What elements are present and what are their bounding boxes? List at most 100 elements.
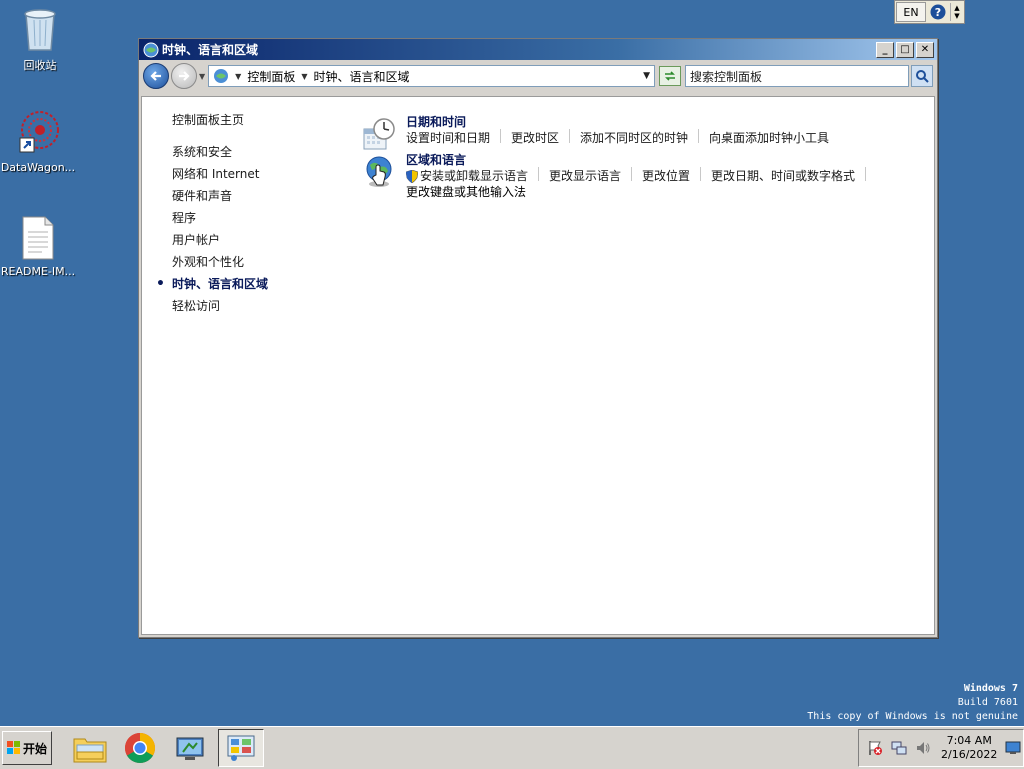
nav-item-ease-of-access[interactable]: 轻松访问 [172,295,342,317]
show-desktop-icon[interactable] [1005,741,1021,755]
watermark-os: Windows 7 [963,683,1018,694]
svg-text:?: ? [935,6,941,19]
refresh-icon [665,71,675,81]
system-tray: 7:04 AM 2/16/2022 [858,729,1024,767]
nav-item-network[interactable]: 网络和 Internet [172,163,342,185]
link-change-formats[interactable]: 更改日期、时间或数字格式 [711,167,855,184]
breadcrumb-arrow-icon[interactable]: ▼ [301,72,307,81]
nav-item-label: 时钟、语言和区域 [172,277,269,291]
start-label: 开始 [22,741,47,756]
windows-flag-icon [6,741,20,754]
maximize-button[interactable]: □ [896,41,914,58]
globe-clock-icon [143,42,159,57]
nav-item-hardware-sound[interactable]: 硬件和声音 [172,185,342,207]
desktop-icon-recycle-bin[interactable]: 回收站 [2,6,78,73]
content-pane: 控制面板主页 系统和安全 网络和 Internet 硬件和声音 程序 用户帐户 … [141,96,935,635]
desktop-icon-readme[interactable]: README-IM... [0,216,76,278]
help-icon: ? [930,4,946,20]
language-indicator[interactable]: EN [896,2,926,22]
link-divider [700,167,702,181]
taskbar-chrome-button[interactable] [118,730,162,766]
desktop-icon-label: 回收站 [23,59,57,72]
taskbar-remote-desktop-button[interactable] [168,730,212,766]
breadcrumb-item[interactable]: 控制面板 [247,68,295,85]
action-center-flag-icon[interactable] [867,740,883,756]
clock[interactable]: 7:04 AM 2/16/2022 [941,734,997,762]
globe-icon [366,156,392,187]
nav-item-system-security[interactable]: 系统和安全 [172,141,342,163]
window-title: 时钟、语言和区域 [162,43,259,57]
link-change-timezone[interactable]: 更改时区 [511,129,559,146]
link-divider [569,129,571,143]
search-input[interactable]: 搜索控制面板 [685,65,909,87]
chevron-down-icon: ▼ [954,12,960,20]
minimize-button[interactable]: _ [876,41,894,58]
link-install-display-language[interactable]: 安装或卸载显示语言 [406,167,528,184]
address-row: ▼ ▼ 控制面板 ▼ 时钟、语言和区域 ▼ 搜索控制面板 [139,60,937,92]
taskbar-control-panel-button[interactable] [218,729,264,767]
windows-watermark: Windows 7 Build 7601 This copy of Window… [807,682,1018,724]
explorer-icon [73,738,107,763]
link-divider [538,167,540,181]
start-button[interactable]: 开始 [2,731,52,765]
nav-item-programs[interactable]: 程序 [172,207,342,229]
current-bullet-icon: • [156,276,165,292]
control-panel-icon [227,735,255,761]
recent-pages-dropdown[interactable]: ▼ [199,72,205,81]
chrome-icon [124,733,156,764]
remote-desktop-icon [176,737,204,760]
text-file-icon [22,216,54,260]
clock-date: 2/16/2022 [941,748,998,761]
address-bar[interactable]: ▼ 控制面板 ▼ 时钟、语言和区域 ▼ [208,65,655,87]
desktop-icon-label: README-IM... [0,265,76,278]
control-panel-icon [214,69,229,83]
control-panel-window: 时钟、语言和区域 _ □ ✕ ▼ ▼ 控制面板 ▼ 时钟、语言和区域 ▼ 搜索控… [138,38,938,638]
link-add-clock-gadget[interactable]: 向桌面添加时钟小工具 [709,129,829,146]
desktop-icon-datawagon[interactable]: DataWagon... [0,110,76,174]
link-set-time-date[interactable]: 设置时间和日期 [406,129,490,146]
refresh-button[interactable] [659,66,681,86]
help-button[interactable]: ? [928,3,948,21]
taskbar-explorer-button[interactable] [68,730,112,766]
taskbar: 开始 7:04 AM 2/16/2022 [0,726,1024,769]
address-dropdown-icon[interactable]: ▼ [643,71,650,81]
uac-shield-icon [406,170,418,183]
link-change-display-language[interactable]: 更改显示语言 [549,167,621,184]
category-title-date-time[interactable]: 日期和时间 [406,113,466,130]
volume-icon[interactable] [915,740,931,756]
datawagon-shortcut-icon [19,111,59,153]
maximize-icon: □ [900,43,910,55]
link-change-keyboards[interactable]: 更改键盘或其他输入法 [406,183,526,200]
recycle-bin-icon [24,9,56,51]
chevron-up-icon: ▲ [954,4,960,12]
langbar-options-button[interactable]: ▲ ▼ [950,3,963,21]
network-icon[interactable] [891,740,907,756]
link-label: 安装或卸载显示语言 [420,169,529,183]
link-add-clocks[interactable]: 添加不同时区的时钟 [580,129,688,146]
forward-button[interactable] [171,63,197,89]
language-bar: EN ? ▲ ▼ [894,0,965,24]
breadcrumb-item[interactable]: 时钟、语言和区域 [313,68,409,85]
watermark-build: Build 7601 [957,697,1018,708]
left-nav: 控制面板主页 系统和安全 网络和 Internet 硬件和声音 程序 用户帐户 … [156,109,342,317]
arrow-left-icon [150,71,161,81]
minimize-icon: _ [882,43,888,55]
breadcrumb-arrow-icon[interactable]: ▼ [235,72,241,81]
link-divider [865,167,867,181]
category-title-region-language[interactable]: 区域和语言 [406,151,466,168]
back-button[interactable] [143,63,169,89]
watermark-genuine: This copy of Windows is not genuine [807,711,1018,722]
close-button[interactable]: ✕ [916,41,934,58]
search-button[interactable] [911,65,933,87]
window-titlebar[interactable]: 时钟、语言和区域 _ □ ✕ [139,39,937,60]
nav-item-user-accounts[interactable]: 用户帐户 [172,229,342,251]
search-icon [916,70,929,83]
clock-time: 7:04 AM [946,734,992,747]
nav-item-appearance[interactable]: 外观和个性化 [172,251,342,273]
link-divider [631,167,633,181]
link-divider [698,129,700,143]
nav-item-clock-language-region[interactable]: • 时钟、语言和区域 [156,273,342,295]
link-change-location[interactable]: 更改位置 [642,167,690,184]
nav-item-home[interactable]: 控制面板主页 [172,109,342,131]
arrow-right-icon [179,71,190,81]
